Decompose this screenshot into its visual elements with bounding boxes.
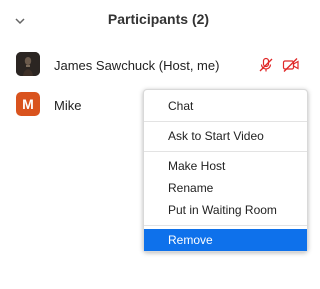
participant-name: James Sawchuck (Host, me) (54, 58, 220, 73)
menu-item-remove[interactable]: Remove (144, 229, 307, 251)
panel-title: Participants (2) (107, 11, 210, 27)
avatar: M (16, 92, 40, 116)
mic-muted-icon[interactable] (258, 57, 274, 73)
menu-divider (144, 151, 307, 152)
menu-item-chat[interactable]: Chat (144, 95, 307, 117)
participant-status (258, 57, 304, 73)
menu-divider (144, 225, 307, 226)
menu-item-make-host[interactable]: Make Host (144, 155, 307, 177)
participant-row[interactable]: James Sawchuck (Host, me) (0, 48, 317, 82)
video-off-icon[interactable] (282, 57, 300, 73)
menu-divider (144, 121, 307, 122)
avatar (16, 52, 40, 76)
participant-context-menu: Chat Ask to Start Video Make Host Rename… (143, 89, 308, 252)
menu-item-put-in-waiting-room[interactable]: Put in Waiting Room (144, 199, 307, 221)
menu-item-ask-to-start-video[interactable]: Ask to Start Video (144, 125, 307, 147)
participant-name: Mike (54, 98, 82, 113)
participants-header: Participants (2) (0, 0, 317, 40)
menu-item-rename[interactable]: Rename (144, 177, 307, 199)
